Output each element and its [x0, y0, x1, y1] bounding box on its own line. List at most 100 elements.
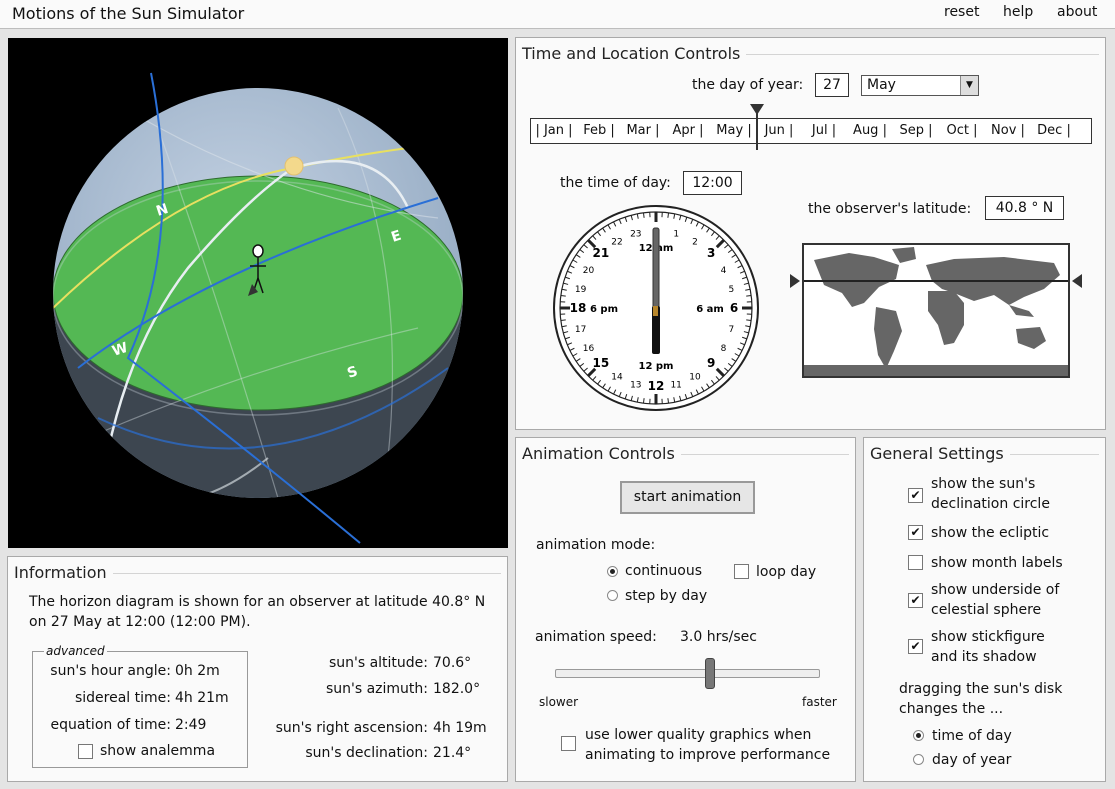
- mode-continuous-radio[interactable]: [607, 566, 618, 577]
- help-link[interactable]: help: [1003, 4, 1033, 20]
- clock-hour-number: 23: [630, 230, 641, 240]
- speed-slider-thumb[interactable]: [705, 658, 716, 689]
- app-title: Motions of the Sun Simulator: [12, 4, 245, 23]
- equation-of-time-value: 2:49: [175, 717, 207, 733]
- sidereal-time-label: sidereal time:: [74, 690, 171, 706]
- animation-panel: Animation Controls start animation anima…: [515, 437, 856, 782]
- time-location-panel: Time and Location Controls the day of ye…: [515, 37, 1106, 430]
- drag-line-1: dragging the sun's disk: [899, 681, 1063, 697]
- show-analemma-label: show analemma: [100, 743, 216, 759]
- month-timeline[interactable]: | Jan | Feb | Mar | Apr | May | Jun | Ju…: [530, 118, 1092, 144]
- month-cell: Oct |: [946, 123, 978, 138]
- mode-step-radio[interactable]: [607, 590, 618, 601]
- celestial-sphere-view[interactable]: N E S W: [8, 38, 508, 548]
- clock-dial[interactable]: 1 2 3 4 5 6 7 8 9 10 11 12 13 14 15 16 17 18 19 20 21 22 23 12…: [552, 204, 760, 412]
- ecliptic-checkbox[interactable]: ✔: [908, 525, 923, 540]
- altitude-label: sun's altitude:: [328, 655, 428, 671]
- clock-hour-number: 5: [728, 285, 734, 295]
- day-marker-handle[interactable]: [750, 104, 764, 150]
- low-quality-line-2: animating to improve performance: [585, 747, 831, 763]
- advanced-legend: advanced: [44, 644, 107, 658]
- stickfigure-line-1: show stickfigure: [931, 629, 1045, 645]
- underside-checkbox[interactable]: ✔: [908, 593, 923, 608]
- clock-hour-number: 22: [611, 237, 622, 247]
- clock-tick: [667, 212, 670, 218]
- slower-label: slower: [539, 695, 579, 709]
- underside-line-1: show underside of: [931, 582, 1060, 598]
- month-labels-checkbox[interactable]: [908, 555, 923, 570]
- declination-value: 21.4°: [433, 745, 472, 761]
- declination-circle-checkbox[interactable]: ✔: [908, 488, 923, 503]
- day-of-year-label: the day of year:: [692, 77, 804, 93]
- month-labels-label: show month labels: [931, 555, 1063, 571]
- animation-speed-value: 3.0 hrs/sec: [680, 629, 757, 645]
- month-select[interactable]: May ▼: [861, 75, 979, 96]
- clock-hour-number: 7: [728, 325, 734, 335]
- drag-time-label: time of day: [932, 728, 1012, 744]
- hour-angle-value: 0h 2m: [175, 663, 220, 679]
- clock-hour-number: 17: [575, 325, 586, 335]
- drag-line-2: changes the ...: [899, 701, 1004, 717]
- clock-tick: [642, 212, 645, 218]
- clock-hour-number: 4: [721, 266, 727, 276]
- time-of-day-label: the time of day:: [560, 175, 671, 191]
- azimuth-label: sun's azimuth:: [325, 681, 428, 697]
- day-of-year-input[interactable]: 27: [815, 73, 849, 97]
- info-line-1: The horizon diagram is shown for an obse…: [29, 594, 486, 610]
- about-link[interactable]: about: [1057, 4, 1097, 20]
- month-cell: Dec |: [1037, 123, 1071, 138]
- clock-label-12pm: 12 pm: [639, 361, 674, 372]
- loop-day-label: loop day: [756, 564, 817, 580]
- drag-time-radio[interactable]: [913, 730, 924, 741]
- start-animation-button[interactable]: start animation: [620, 481, 755, 514]
- world-map-graphic: [804, 247, 1068, 376]
- world-map[interactable]: [802, 243, 1070, 378]
- month-cell: Aug |: [853, 123, 887, 138]
- stickfigure-checkbox[interactable]: ✔: [908, 639, 923, 654]
- reset-link[interactable]: reset: [944, 4, 979, 20]
- month-cell: Nov |: [991, 123, 1025, 138]
- declination-label: sun's declination:: [305, 745, 428, 761]
- underside-line-2: celestial sphere: [931, 602, 1042, 618]
- animation-speed-label: animation speed:: [535, 629, 657, 645]
- clock-hour-number: 10: [689, 373, 701, 383]
- general-settings-title: General Settings: [870, 444, 1010, 463]
- clock-hour-number: 13: [630, 380, 641, 390]
- chevron-down-icon[interactable]: ▼: [960, 76, 978, 95]
- latitude-input[interactable]: 40.8 ° N: [985, 196, 1064, 220]
- drag-year-radio[interactable]: [913, 754, 924, 765]
- month-cell: Feb |: [583, 123, 615, 138]
- month-select-value: May: [867, 77, 896, 93]
- latitude-line: [804, 280, 1068, 282]
- altitude-value: 70.6°: [433, 655, 472, 671]
- clock-hour-number: 20: [583, 266, 595, 276]
- clock-tick: [746, 294, 752, 297]
- clock-hour-number: 19: [575, 285, 587, 295]
- low-quality-checkbox[interactable]: [561, 736, 576, 751]
- drag-year-label: day of year: [932, 752, 1012, 768]
- celestial-sphere-diagram[interactable]: N E S W: [8, 38, 508, 548]
- right-ascension-label: sun's right ascension:: [275, 720, 428, 736]
- latitude-handle-right[interactable]: [1072, 274, 1082, 288]
- show-analemma-checkbox[interactable]: [78, 744, 93, 759]
- clock-hour-number: 3: [707, 246, 715, 260]
- clock-hour-number: 1: [673, 230, 679, 240]
- month-cell: Mar |: [626, 123, 660, 138]
- general-settings-panel: General Settings ✔ show the sun's declin…: [863, 437, 1106, 782]
- speed-slider-track[interactable]: [555, 658, 820, 689]
- declination-circle-line-2: declination circle: [931, 496, 1050, 512]
- stickfigure-line-2: and its shadow: [931, 649, 1037, 665]
- animation-mode-label: animation mode:: [536, 537, 656, 553]
- hour-angle-label: sun's hour angle:: [50, 663, 171, 679]
- latitude-label: the observer's latitude:: [808, 201, 972, 217]
- low-quality-line-1: use lower quality graphics when: [585, 727, 812, 743]
- loop-day-checkbox[interactable]: [734, 564, 749, 579]
- clock-hand-long[interactable]: [652, 227, 660, 311]
- latitude-handle-left[interactable]: [790, 274, 800, 288]
- time-of-day-input[interactable]: 12:00: [683, 171, 742, 195]
- clock-tick: [560, 319, 566, 322]
- sun-disk[interactable]: [284, 156, 304, 176]
- ecliptic-label: show the ecliptic: [931, 525, 1050, 541]
- mode-step-label: step by day: [625, 588, 708, 604]
- faster-label: faster: [802, 695, 837, 709]
